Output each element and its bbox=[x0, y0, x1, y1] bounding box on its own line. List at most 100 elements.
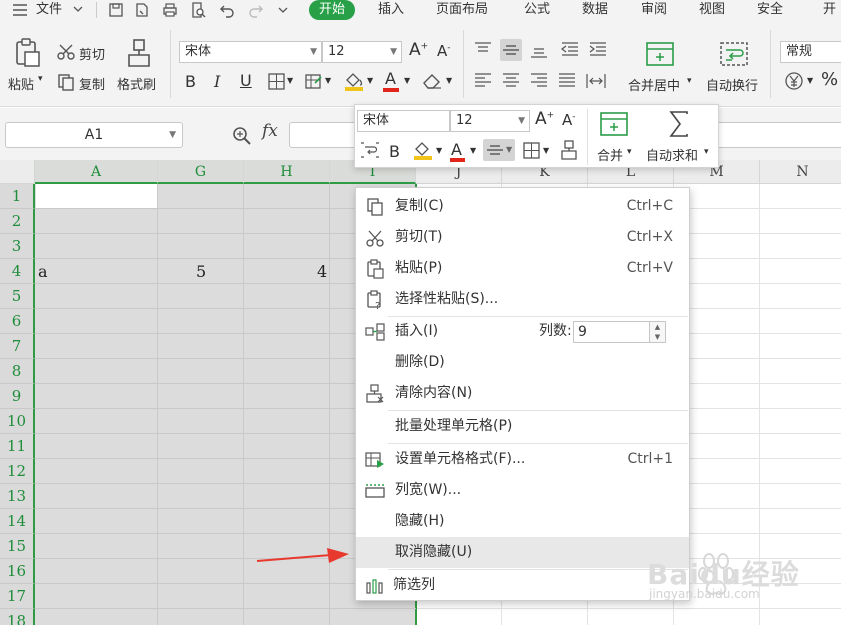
row-header-7[interactable]: 7 bbox=[0, 334, 35, 359]
column-count-input[interactable]: 9 ▲ ▼ bbox=[573, 321, 666, 343]
font-name-select[interactable]: 宋体 ▼ bbox=[179, 41, 322, 63]
italic-button[interactable]: I bbox=[214, 72, 220, 91]
menu-item-insert[interactable]: 插入(I) 列数: 9 ▲ ▼ bbox=[356, 316, 689, 347]
tab-security[interactable]: 安全 bbox=[757, 0, 783, 20]
fx-icon[interactable]: fx bbox=[262, 121, 278, 141]
row-header-10[interactable]: 10 bbox=[0, 409, 35, 434]
tab-page-layout[interactable]: 页面布局 bbox=[436, 0, 488, 20]
decrease-indent-icon[interactable] bbox=[561, 42, 579, 58]
row-header-1[interactable]: 1 bbox=[0, 184, 35, 209]
paste-button[interactable]: 粘贴 bbox=[8, 74, 34, 93]
row-header-8[interactable]: 8 bbox=[0, 359, 35, 384]
paste-icon[interactable] bbox=[13, 38, 41, 68]
distributed-align-icon[interactable] bbox=[586, 73, 606, 89]
column-header-n[interactable]: N bbox=[760, 160, 841, 184]
tab-formula[interactable]: 公式 bbox=[524, 0, 550, 20]
mini-bold-button[interactable]: B bbox=[389, 142, 400, 161]
row-header-3[interactable]: 3 bbox=[0, 234, 35, 259]
menu-item-filter-column[interactable]: 筛选列 bbox=[356, 570, 689, 601]
customize-dropdown-icon[interactable] bbox=[278, 5, 288, 15]
cut-button[interactable]: 剪切 bbox=[79, 44, 105, 63]
print-icon[interactable] bbox=[162, 2, 178, 18]
copy-button[interactable]: 复制 bbox=[79, 74, 105, 93]
menu-item-paste-special[interactable]: ? 选择性粘贴(S)... bbox=[356, 284, 689, 315]
row-header-17[interactable]: 17 bbox=[0, 584, 35, 609]
spin-up-icon[interactable]: ▲ bbox=[650, 322, 665, 332]
align-bottom-icon[interactable] bbox=[530, 42, 548, 58]
row-header-4[interactable]: 4 bbox=[0, 259, 35, 284]
menu-item-cut[interactable]: 剪切(T) Ctrl+X bbox=[356, 222, 689, 253]
number-format-select[interactable]: 常规 bbox=[780, 41, 841, 63]
menu-item-delete[interactable]: 删除(D) bbox=[356, 347, 689, 378]
select-all-corner[interactable] bbox=[0, 160, 35, 184]
undo-icon[interactable] bbox=[219, 2, 235, 18]
mini-format-painter-icon[interactable] bbox=[559, 140, 579, 160]
row-header-16[interactable]: 16 bbox=[0, 559, 35, 584]
chevron-down-icon[interactable]: ▼ bbox=[543, 146, 549, 155]
menu-item-copy[interactable]: 复制(C) Ctrl+C bbox=[356, 191, 689, 222]
chevron-down-icon[interactable]: ▼ bbox=[470, 146, 476, 155]
save-icon[interactable] bbox=[108, 2, 124, 18]
tab-developer[interactable]: 开发 bbox=[818, 0, 841, 37]
format-painter-button[interactable]: 格式刷 bbox=[117, 74, 156, 93]
mini-autosum-button[interactable]: 自动求和 bbox=[646, 145, 698, 164]
chevron-down-icon[interactable]: ▼ bbox=[404, 76, 410, 85]
chevron-down-icon[interactable]: ▾ bbox=[627, 147, 632, 157]
align-top-icon[interactable] bbox=[474, 42, 492, 58]
chevron-down-icon[interactable]: ▼ bbox=[367, 76, 373, 85]
mini-font-name-select[interactable]: 宋体 bbox=[357, 110, 450, 132]
increase-font-icon[interactable]: A+ bbox=[409, 40, 428, 60]
cell-g4[interactable]: 5 bbox=[196, 262, 206, 281]
mini-align-middle-button[interactable]: ▼ bbox=[483, 139, 515, 161]
currency-icon[interactable] bbox=[784, 71, 804, 91]
spin-down-icon[interactable]: ▼ bbox=[650, 332, 665, 342]
chevron-down-icon[interactable]: ▾ bbox=[704, 147, 709, 157]
chevron-down-icon[interactable]: ▼ bbox=[325, 76, 331, 85]
menu-item-hide[interactable]: 隐藏(H) bbox=[356, 506, 689, 537]
fill-color-icon[interactable] bbox=[343, 71, 365, 91]
preview-icon[interactable] bbox=[190, 2, 206, 18]
wrap-text-button[interactable]: 自动换行 bbox=[706, 75, 758, 94]
print-preview-icon[interactable] bbox=[134, 2, 150, 18]
row-header-15[interactable]: 15 bbox=[0, 534, 35, 559]
bold-button[interactable]: B bbox=[185, 72, 196, 91]
chevron-down-icon[interactable] bbox=[73, 4, 83, 14]
tab-data[interactable]: 数据 bbox=[582, 0, 608, 20]
scissors-icon[interactable] bbox=[57, 43, 75, 61]
align-middle-button[interactable] bbox=[500, 39, 522, 61]
font-color-icon[interactable]: A bbox=[385, 69, 396, 88]
menu-item-unhide[interactable]: 取消隐藏(U) bbox=[356, 537, 689, 568]
border-icon[interactable] bbox=[268, 73, 285, 90]
underline-button[interactable]: U bbox=[240, 71, 252, 90]
chevron-down-icon[interactable]: ▼ bbox=[287, 76, 293, 85]
cell-a4[interactable]: a bbox=[38, 262, 48, 281]
sigma-icon[interactable] bbox=[668, 110, 690, 138]
hamburger-menu-icon[interactable] bbox=[12, 2, 28, 18]
chevron-down-icon[interactable]: ▼ bbox=[807, 76, 813, 85]
redo-icon[interactable] bbox=[248, 2, 264, 18]
mini-increase-font-icon[interactable]: A+ bbox=[535, 109, 554, 129]
tab-insert[interactable]: 插入 bbox=[378, 0, 404, 20]
align-left-icon[interactable] bbox=[474, 73, 492, 89]
column-header-g[interactable]: G bbox=[158, 160, 244, 184]
menu-item-clear-contents[interactable]: 清除内容(N) bbox=[356, 378, 689, 409]
row-header-14[interactable]: 14 bbox=[0, 509, 35, 534]
row-header-6[interactable]: 6 bbox=[0, 309, 35, 334]
align-center-icon[interactable] bbox=[502, 73, 520, 89]
eraser-icon[interactable] bbox=[421, 71, 443, 91]
column-header-h[interactable]: H bbox=[244, 160, 330, 184]
row-header-11[interactable]: 11 bbox=[0, 434, 35, 459]
row-header-9[interactable]: 9 bbox=[0, 384, 35, 409]
merge-center-button[interactable]: 合并居中 bbox=[628, 75, 680, 94]
copy-icon[interactable] bbox=[57, 73, 75, 91]
row-header-12[interactable]: 12 bbox=[0, 459, 35, 484]
tab-home[interactable]: 开始 bbox=[309, 0, 356, 20]
justify-icon[interactable] bbox=[558, 73, 576, 89]
row-header-2[interactable]: 2 bbox=[0, 209, 35, 234]
menu-item-format-cells[interactable]: 设置单元格格式(F)... Ctrl+1 bbox=[356, 444, 689, 475]
column-count-spinner[interactable]: ▲ ▼ bbox=[649, 322, 665, 342]
mini-merge-button[interactable]: 合并 bbox=[597, 145, 623, 164]
increase-indent-icon[interactable] bbox=[589, 42, 607, 58]
percent-icon[interactable]: % bbox=[821, 69, 838, 90]
mini-border-icon[interactable] bbox=[523, 142, 540, 159]
